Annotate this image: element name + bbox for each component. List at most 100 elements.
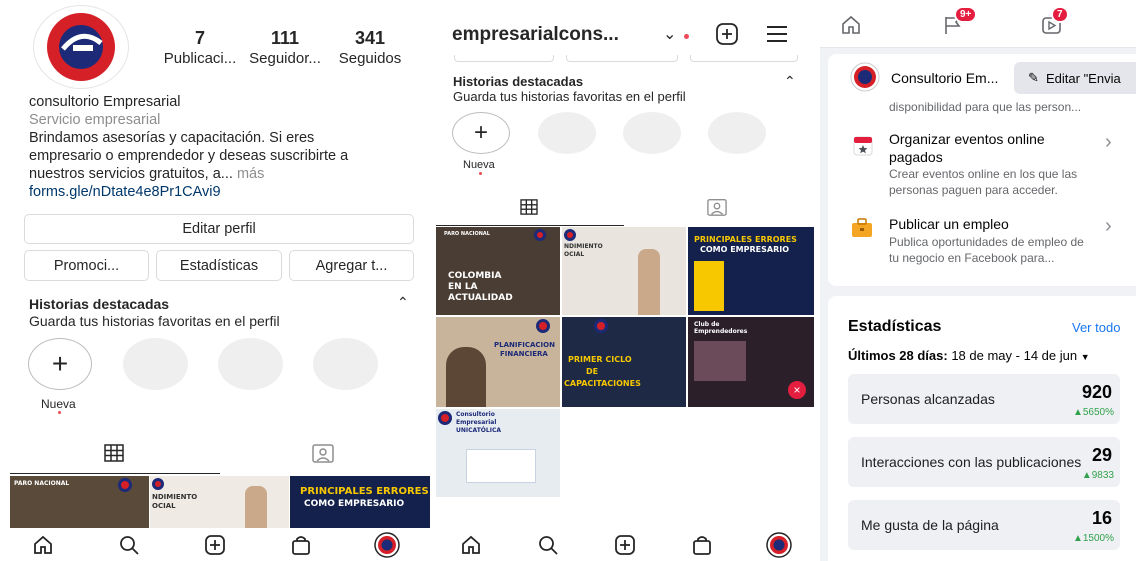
post-job-title[interactable]: Publicar un empleo bbox=[889, 215, 1009, 233]
post-header: PARO NACIONAL bbox=[14, 480, 70, 487]
notification-dot bbox=[684, 34, 689, 39]
new-highlight-label: Nueva bbox=[41, 397, 76, 411]
metric-value: 16 bbox=[1091, 508, 1112, 528]
new-highlight-button[interactable]: + bbox=[28, 338, 92, 390]
bio-line-2: empresario o emprendedor y deseas suscri… bbox=[29, 148, 349, 164]
calendar-star-icon bbox=[853, 134, 873, 161]
search-icon[interactable] bbox=[533, 530, 563, 560]
create-post-icon[interactable] bbox=[610, 530, 640, 560]
bio-website-link[interactable]: forms.gle/nDtate4e8Pr1CAvi9 bbox=[29, 183, 409, 201]
active-tab-indicator bbox=[436, 225, 624, 226]
posts-count-number: 7 bbox=[194, 28, 205, 48]
metric-label: Personas alcanzadas bbox=[861, 391, 995, 407]
instagram-profile-panel: 7 Publicaci... 111 Seguidor... 341 Segui… bbox=[0, 0, 430, 561]
post-title-line: PRINCIPALES ERRORES bbox=[694, 235, 797, 244]
post-body-block bbox=[694, 261, 724, 311]
tagged-tab-icon[interactable] bbox=[311, 442, 335, 469]
insights-button[interactable]: Estadísticas bbox=[156, 250, 282, 281]
home-icon[interactable] bbox=[840, 14, 862, 41]
edit-profile-button[interactable]: Editar perfil bbox=[24, 214, 414, 244]
close-icon: × bbox=[788, 381, 806, 399]
menu-icon[interactable] bbox=[765, 24, 789, 49]
profile-username[interactable]: empresarialcons... bbox=[452, 24, 619, 46]
brand-logo-icon bbox=[118, 478, 132, 492]
post-title-line: FINANCIERA bbox=[500, 350, 548, 358]
organize-events-description: Crear eventos online en los que las pers… bbox=[889, 166, 1077, 198]
truncated-description: disponibilidad para que las person... bbox=[889, 100, 1082, 114]
highlight-placeholder bbox=[313, 338, 378, 390]
organize-events-title-line: Organizar eventos online bbox=[889, 131, 1045, 147]
post-tile[interactable]: PRIMER CICLO DE CAPACITACIONES bbox=[562, 317, 686, 407]
tagged-tab-icon[interactable] bbox=[706, 197, 728, 222]
brand-logo-icon bbox=[47, 13, 115, 81]
metric-card[interactable]: Personas alcanzadas 920 ▲5650% bbox=[848, 374, 1120, 424]
post-title-line: PLANIFICACION bbox=[494, 341, 555, 349]
edit-send-button[interactable]: ✎ Editar "Envia bbox=[1014, 62, 1136, 94]
insights-title: Estadísticas bbox=[848, 318, 942, 335]
brand-logo-icon bbox=[850, 62, 880, 97]
search-icon[interactable] bbox=[114, 530, 144, 560]
post-tile[interactable]: PRINCIPALES ERRORES COMO EMPRESARIO bbox=[290, 476, 430, 528]
grid-tab-icon[interactable] bbox=[104, 444, 124, 467]
followers-count[interactable]: 111 Seguidor... bbox=[245, 28, 325, 67]
chevron-right-icon[interactable]: › bbox=[1105, 215, 1112, 238]
profile-avatar-icon[interactable] bbox=[764, 530, 794, 560]
chevron-right-icon[interactable]: › bbox=[1105, 131, 1112, 154]
chevron-down-icon[interactable]: ⌄ bbox=[663, 24, 676, 44]
highlight-placeholder bbox=[218, 338, 283, 390]
following-count[interactable]: 341 Seguidos bbox=[330, 28, 410, 67]
period-selector[interactable]: Últimos 28 días: 18 de may - 14 de jun ▼ bbox=[848, 348, 1090, 363]
post-title-line: Club de bbox=[694, 321, 720, 328]
profile-bio: consultorio Empresarial Servicio empresa… bbox=[29, 93, 409, 201]
post-tile[interactable]: PLANIFICACION FINANCIERA bbox=[436, 317, 560, 407]
organize-events-title[interactable]: Organizar eventos online pagados bbox=[889, 130, 1045, 166]
post-title-line: ACTUALIDAD bbox=[448, 293, 513, 303]
partial-button[interactable] bbox=[690, 55, 798, 62]
bio-line-3: nuestros servicios gratuitos, a... bbox=[29, 166, 233, 182]
post-tile[interactable]: NDIMIENTO OCIAL bbox=[562, 227, 686, 315]
collapse-highlights-icon[interactable]: ⌃ bbox=[397, 294, 409, 311]
profile-category: Servicio empresarial bbox=[29, 112, 161, 128]
promotions-button[interactable]: Promoci... bbox=[24, 250, 149, 281]
post-tile[interactable]: Consultorio Empresarial UNICATÓLICA bbox=[436, 409, 560, 497]
add-shop-button[interactable]: Agregar t... bbox=[289, 250, 414, 281]
post-tile[interactable]: PARO NACIONAL COLOMBIA EN LA ACTUALIDAD bbox=[436, 227, 560, 315]
home-icon[interactable] bbox=[28, 530, 58, 560]
grid-tab-icon[interactable] bbox=[520, 199, 538, 220]
highlights-subtitle: Guarda tus historias favoritas en el per… bbox=[453, 89, 686, 104]
shop-icon[interactable] bbox=[286, 530, 316, 560]
edit-send-label: Editar "Envia bbox=[1046, 70, 1121, 86]
new-highlight-label: Nueva bbox=[463, 159, 495, 171]
posts-count[interactable]: 7 Publicaci... bbox=[160, 28, 240, 67]
shop-icon[interactable] bbox=[687, 530, 717, 560]
see-all-link[interactable]: Ver todo bbox=[1072, 320, 1120, 335]
post-tile[interactable]: Club de Emprendedores × bbox=[688, 317, 814, 407]
create-post-icon[interactable] bbox=[200, 530, 230, 560]
partial-button[interactable] bbox=[454, 55, 554, 62]
profile-avatar[interactable] bbox=[33, 5, 129, 89]
home-icon[interactable] bbox=[456, 530, 486, 560]
profile-avatar-icon[interactable] bbox=[372, 530, 402, 560]
post-title-line: Consultorio bbox=[456, 411, 495, 418]
post-tile[interactable]: NDIMIENTO OCIAL bbox=[150, 476, 289, 528]
post-tile[interactable]: PRINCIPALES ERRORES COMO EMPRESARIO bbox=[688, 227, 814, 315]
collapse-highlights-icon[interactable]: ⌃ bbox=[784, 73, 796, 90]
metric-card[interactable]: Me gusta de la página 16 ▲1500% bbox=[848, 500, 1120, 550]
bio-more-link[interactable]: más bbox=[237, 166, 264, 182]
page-name[interactable]: Consultorio Em... bbox=[891, 70, 998, 86]
post-title-line: COMO EMPRESARIO bbox=[304, 499, 405, 509]
post-title-line: Emprendedores bbox=[694, 328, 748, 335]
highlights-subtitle: Guarda tus historias favoritas en el per… bbox=[29, 313, 280, 329]
posts-count-label: Publicaci... bbox=[163, 50, 237, 67]
post-tile[interactable]: PARO NACIONAL bbox=[10, 476, 149, 528]
metric-card[interactable]: Interacciones con las publicaciones 29 ▲… bbox=[848, 437, 1120, 487]
create-icon[interactable] bbox=[715, 22, 739, 51]
facebook-top-bar bbox=[820, 0, 1136, 48]
new-highlight-button[interactable]: + bbox=[452, 112, 510, 154]
post-title-line: UNICATÓLICA bbox=[456, 427, 502, 434]
post-job-description: Publica oportunidades de empleo de tu ne… bbox=[889, 234, 1084, 266]
brand-logo-icon bbox=[438, 411, 452, 425]
post-title-line: Empresarial bbox=[456, 419, 497, 426]
metric-value: 920 bbox=[1081, 382, 1112, 402]
partial-button[interactable] bbox=[566, 55, 678, 62]
